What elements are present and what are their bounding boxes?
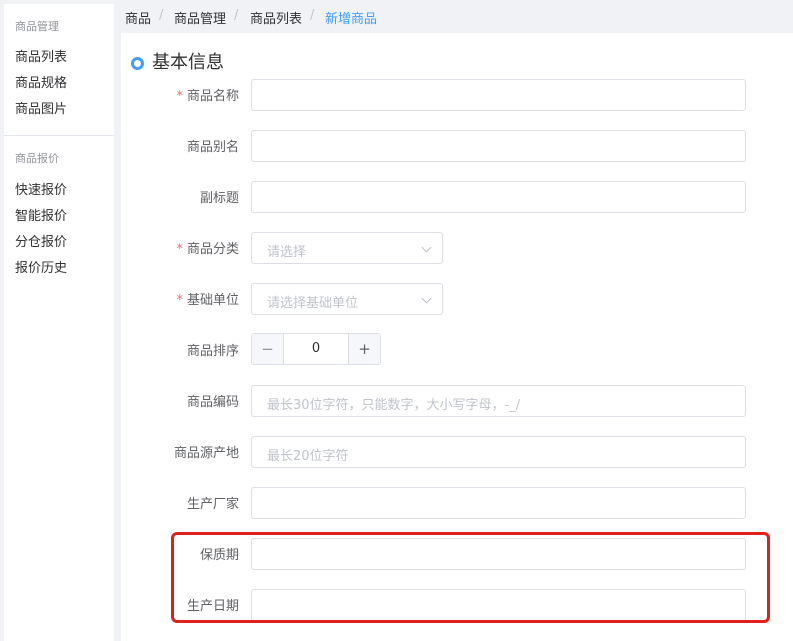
breadcrumb: 商品 / 商品管理 / 商品列表 / 新增商品 bbox=[121, 0, 793, 33]
sidebar-item-product-images[interactable]: 商品图片 bbox=[15, 98, 67, 117]
sidebar-divider bbox=[4, 135, 114, 136]
sidebar-group-title-quotes: 商品报价 bbox=[15, 152, 59, 165]
chevron-down-icon bbox=[421, 242, 432, 253]
highlight-annotation-box bbox=[171, 532, 770, 623]
sidebar-item-quote-history[interactable]: 报价历史 bbox=[15, 257, 67, 276]
origin-placeholder: 最长20位字符 bbox=[267, 449, 349, 464]
circle-dot-icon bbox=[131, 57, 144, 70]
sidebar-item-product-specs[interactable]: 商品规格 bbox=[15, 72, 67, 91]
subtitle-label: 副标题 bbox=[199, 191, 239, 206]
breadcrumb-separator: / bbox=[310, 8, 315, 23]
manufacturer-label: 生产厂家 bbox=[186, 497, 239, 512]
breadcrumb-separator: / bbox=[159, 8, 164, 23]
sidebar-item-quick-quote[interactable]: 快速报价 bbox=[15, 179, 67, 198]
sidebar: 商品管理 商品列表 商品规格 商品图片 商品报价 快速报价 智能报价 分仓报价 … bbox=[4, 4, 114, 641]
manufacturer-input[interactable] bbox=[251, 487, 746, 519]
breadcrumb-separator: / bbox=[234, 8, 239, 23]
category-placeholder: 请选择 bbox=[267, 245, 307, 260]
origin-input[interactable]: 最长20位字符 bbox=[251, 436, 746, 468]
required-mark: * bbox=[176, 242, 183, 257]
sidebar-item-smart-quote[interactable]: 智能报价 bbox=[15, 205, 67, 224]
category-select[interactable]: 请选择 bbox=[251, 232, 443, 264]
base-unit-select[interactable]: 请选择基础单位 bbox=[251, 283, 443, 315]
code-label: 商品编码 bbox=[186, 395, 239, 410]
subtitle-input[interactable] bbox=[251, 181, 746, 213]
decrement-button[interactable]: − bbox=[252, 334, 284, 364]
base-unit-placeholder: 请选择基础单位 bbox=[267, 296, 359, 311]
required-mark: * bbox=[176, 293, 183, 308]
increment-button[interactable]: + bbox=[348, 334, 380, 364]
sort-stepper: − 0 + bbox=[251, 333, 381, 365]
product-alias-label: 商品别名 bbox=[186, 140, 239, 155]
sort-label: 商品排序 bbox=[186, 344, 239, 359]
product-name-input[interactable] bbox=[251, 79, 746, 111]
breadcrumb-item-add-product: 新增商品 bbox=[325, 12, 378, 27]
code-placeholder: 最长30位字符，只能数字，大小写字母，-_/ bbox=[267, 398, 521, 413]
sidebar-group-title-product-management: 商品管理 bbox=[15, 20, 59, 33]
chevron-down-icon bbox=[421, 293, 432, 304]
section-title: 基本信息 bbox=[152, 52, 224, 73]
sort-value-input[interactable]: 0 bbox=[285, 334, 347, 364]
product-alias-input[interactable] bbox=[251, 130, 746, 162]
breadcrumb-item-product-list[interactable]: 商品列表 bbox=[250, 8, 302, 27]
origin-label: 商品源产地 bbox=[173, 446, 239, 461]
base-unit-label: * 基础单位 bbox=[176, 293, 239, 308]
breadcrumb-item-product[interactable]: 商品 bbox=[125, 8, 151, 27]
product-name-label: * 商品名称 bbox=[176, 89, 239, 104]
required-mark: * bbox=[176, 89, 183, 104]
breadcrumb-item-product-management[interactable]: 商品管理 bbox=[174, 8, 226, 27]
sidebar-item-product-list[interactable]: 商品列表 bbox=[15, 46, 67, 65]
sidebar-item-warehouse-quote[interactable]: 分仓报价 bbox=[15, 231, 67, 250]
code-input[interactable]: 最长30位字符，只能数字，大小写字母，-_/ bbox=[251, 385, 746, 417]
category-label: * 商品分类 bbox=[176, 242, 239, 257]
